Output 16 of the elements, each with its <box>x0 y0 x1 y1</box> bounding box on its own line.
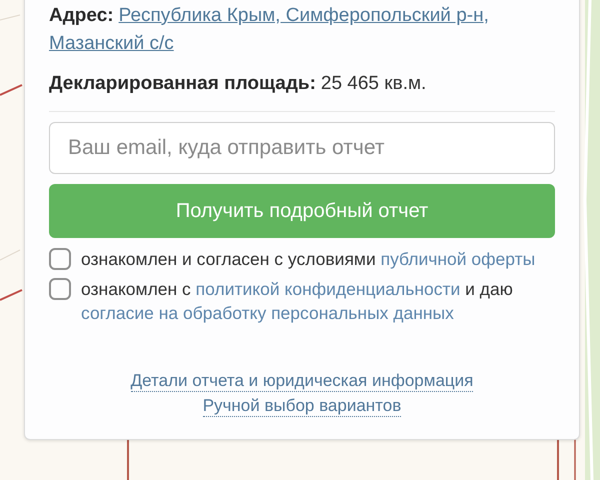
checkbox[interactable] <box>49 248 71 270</box>
consent-text: ознакомлен и согласен с условиями публичной оферты <box>81 248 536 271</box>
consent-text: ознакомлен с политикой конфиденциальности и даю согласие на обработку персональных данных <box>81 278 514 325</box>
footer-link[interactable]: Ручной выбор вариантов <box>202 396 402 417</box>
area-label: Декларированная площадь: <box>49 73 316 94</box>
consent-link[interactable]: согласие на обработку персональных данных <box>81 303 454 323</box>
consent-link[interactable]: политикой конфиденциальности <box>196 279 460 299</box>
address-link[interactable]: Республика Крым, Симферопольский р-н, <box>118 5 489 26</box>
submit-button[interactable]: Получить подробный отчет <box>49 184 555 238</box>
checkbox[interactable] <box>49 278 71 300</box>
address-link[interactable]: Мазанский с/с <box>49 33 174 54</box>
footer-link[interactable]: Детали отчета и юридическая информация <box>130 371 474 392</box>
address-label: Адрес: <box>49 5 114 26</box>
area-value: 25 465 кв.м. <box>320 73 426 94</box>
email-field[interactable]: Ваш email, куда отправить отчет <box>49 122 555 174</box>
consent-link[interactable]: публичной оферты <box>380 249 536 269</box>
